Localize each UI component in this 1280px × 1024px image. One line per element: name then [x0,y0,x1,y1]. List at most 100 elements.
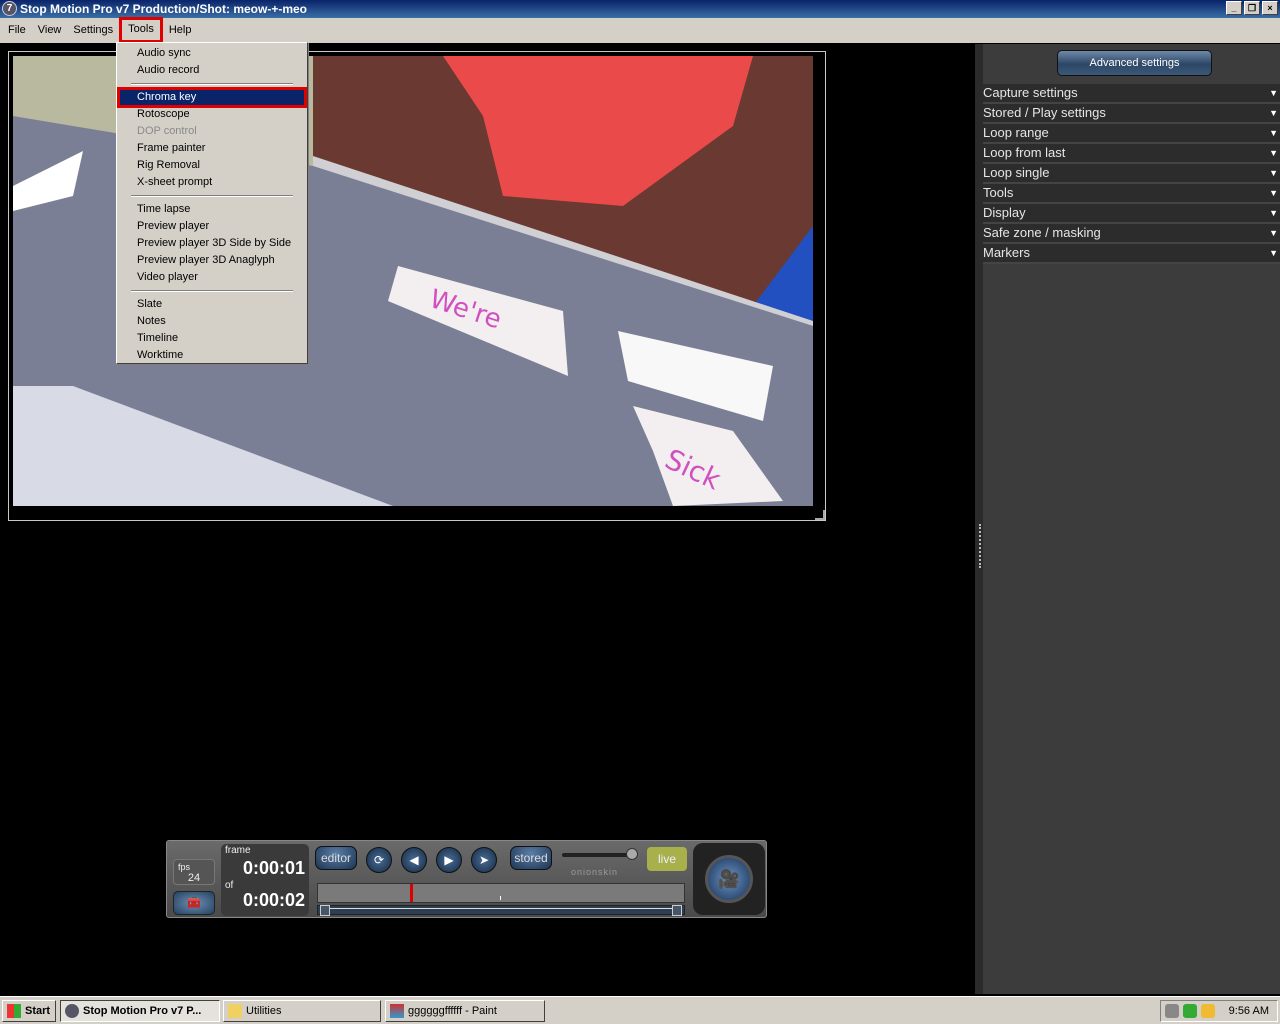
section-label: Loop range [983,125,1049,140]
transport-bar: fps 24 🧰 frame 0:00:01 of 0:00:02 editor… [166,840,767,918]
playhead-marker[interactable] [410,884,413,902]
app-icon [65,1004,79,1018]
stored-button[interactable]: stored [510,846,552,870]
clock: 9:56 AM [1228,1005,1269,1017]
capture-area: 🎥 [693,843,765,915]
paint-icon [390,1004,404,1018]
menu-item-frame-painter[interactable]: Frame painter [117,140,307,157]
menu-separator [131,195,293,197]
accordion-section-capture-settings[interactable]: Capture settings ▼ [983,84,1280,104]
timeline-track[interactable] [317,883,685,903]
accordion-section-safe-zone-masking[interactable]: Safe zone / masking ▼ [983,224,1280,244]
onionskin-slider-knob[interactable] [626,848,638,860]
menu-separator [131,290,293,292]
range-line [326,908,676,909]
advanced-settings-button[interactable]: Advanced settings [1057,50,1212,76]
step-back-button[interactable]: ◀ [401,847,427,873]
range-end-handle[interactable] [672,905,682,916]
menu-item-audio-record[interactable]: Audio record [117,62,307,79]
menu-item-audio-sync[interactable]: Audio sync [117,45,307,62]
step-forward-button[interactable]: ▶ [436,847,462,873]
current-frame: 0:00:01 [242,858,305,878]
menu-item-timeline[interactable]: Timeline [117,330,307,347]
menu-bar: File View Settings Tools Help [0,17,1280,43]
section-label: Display [983,205,1026,220]
accordion-section-tools[interactable]: Tools ▼ [983,184,1280,204]
section-label: Safe zone / masking [983,225,1101,240]
frame-tick [500,896,501,900]
resize-handle[interactable] [815,510,825,520]
menu-item-video-player[interactable]: Video player [117,269,307,286]
chevron-down-icon: ▼ [1269,208,1278,218]
task-label: Utilities [246,1005,282,1017]
menu-item-chroma-key[interactable]: Chroma key [117,87,307,108]
fps-value: 24 [187,872,201,884]
menu-tools[interactable]: Tools [119,17,163,43]
tray-icon[interactable] [1183,1004,1197,1018]
minimize-button[interactable]: _ [1226,1,1242,15]
menu-item-worktime[interactable]: Worktime [117,347,307,364]
chevron-down-icon: ▼ [1269,108,1278,118]
menu-help[interactable]: Help [163,18,198,43]
start-label: Start [25,1005,51,1017]
menu-file[interactable]: File [2,18,32,43]
range-start-handle[interactable] [320,905,330,916]
settings-panel: Advanced settings Capture settings ▼ Store… [975,44,1280,994]
restore-button[interactable]: ❐ [1244,1,1260,15]
step-forward-icon: ▶ [444,853,454,867]
menu-item-time-lapse[interactable]: Time lapse [117,201,307,218]
section-label: Capture settings [983,85,1078,100]
chevron-down-icon: ▼ [1269,168,1278,178]
accordion-section-loop-range[interactable]: Loop range ▼ [983,124,1280,144]
accordion-section-display[interactable]: Display ▼ [983,204,1280,224]
menu-item-preview-player[interactable]: Preview player [117,218,307,235]
live-button[interactable]: live [647,847,687,871]
accordion-section-loop-single[interactable]: Loop single ▼ [983,164,1280,184]
loop-range-bar[interactable] [317,905,685,916]
accordion-section-stored-play-settings[interactable]: Stored / Play settings ▼ [983,104,1280,124]
onionskin-label: onionskin [571,867,619,877]
menu-item-notes[interactable]: Notes [117,313,307,330]
toolbox-icon: 🧰 [187,897,201,909]
windows-logo-icon [7,1004,21,1018]
chevron-down-icon: ▼ [1269,188,1278,198]
loop-button[interactable]: ⟳ [366,847,392,873]
start-button[interactable]: Start [2,1000,56,1022]
accordion-section-markers[interactable]: Markers ▼ [983,244,1280,264]
tray-icon[interactable] [1201,1004,1215,1018]
close-button[interactable]: × [1262,1,1278,15]
menu-item-rotoscope[interactable]: Rotoscope [117,106,307,123]
loop-icon: ⟳ [373,853,385,867]
taskbar-item-paint[interactable]: ggggggffffff - Paint [385,1000,545,1022]
menu-item-rig-removal[interactable]: Rig Removal [117,157,307,174]
menu-separator [131,83,293,85]
panel-splitter-grip[interactable] [979,524,981,568]
fps-display[interactable]: fps 24 [173,859,215,885]
menu-settings[interactable]: Settings [67,18,119,43]
onionskin-slider[interactable] [562,848,638,860]
menu-item-preview-3d-sbs[interactable]: Preview player 3D Side by Side [117,235,307,252]
section-label: Loop single [983,165,1050,180]
section-label: Markers [983,245,1030,260]
tray-icon[interactable] [1165,1004,1179,1018]
accordion-section-loop-from-last[interactable]: Loop from last ▼ [983,144,1280,164]
play-button[interactable]: ➤ [471,847,497,873]
fps-label: fps [178,862,191,872]
frame-counter: frame 0:00:01 of 0:00:02 [221,844,309,916]
taskbar-item-utilities[interactable]: Utilities [223,1000,381,1022]
task-label: ggggggffffff - Paint [408,1005,497,1017]
taskbar: Start Stop Motion Pro v7 P... Utilities … [0,996,1280,1024]
capture-button[interactable]: 🎥 [705,855,753,903]
taskbar-item-stop-motion[interactable]: Stop Motion Pro v7 P... [60,1000,220,1022]
menu-item-preview-3d-anaglyph[interactable]: Preview player 3D Anaglyph [117,252,307,269]
system-tray: 9:56 AM [1160,1000,1278,1022]
menu-item-slate[interactable]: Slate [117,296,307,313]
editor-button[interactable]: editor [315,846,357,870]
title-bar: 7 Stop Motion Pro v7 Production/Shot: me… [0,0,1280,18]
chevron-down-icon: ▼ [1269,248,1278,258]
menu-view[interactable]: View [32,18,68,43]
menu-item-x-sheet-prompt[interactable]: X-sheet prompt [117,174,307,191]
step-back-icon: ◀ [409,853,419,867]
of-label: of [225,880,234,891]
toolbox-button[interactable]: 🧰 [173,891,215,915]
